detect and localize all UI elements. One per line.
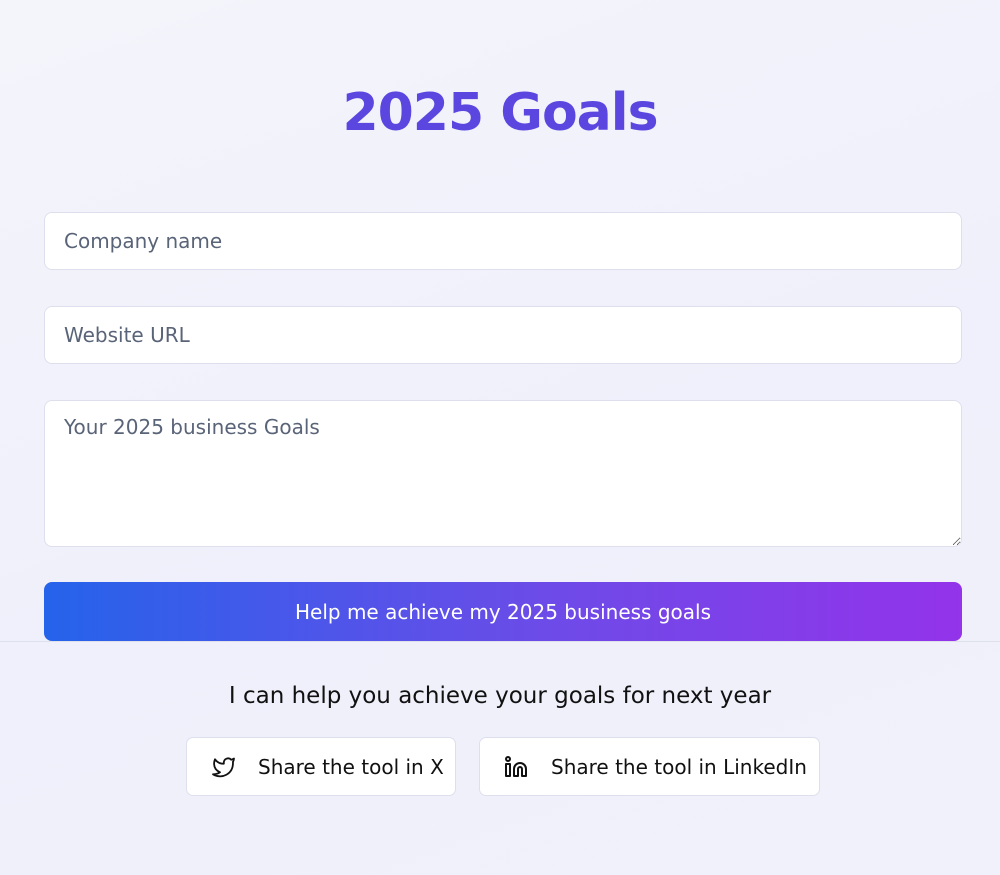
share-subtitle: I can help you achieve your goals for ne…: [228, 683, 772, 709]
website-url-input[interactable]: [44, 306, 962, 364]
business-goals-textarea[interactable]: [44, 400, 962, 547]
share-x-label: Share the tool in X: [258, 754, 444, 779]
submit-goals-button[interactable]: Help me achieve my 2025 business goals: [44, 582, 962, 641]
page-title: 2025 Goals: [342, 83, 658, 143]
share-x-button[interactable]: Share the tool in X: [186, 737, 456, 796]
share-linkedin-button[interactable]: Share the tool in LinkedIn: [479, 737, 820, 796]
linkedin-icon: [503, 754, 529, 780]
section-divider: [0, 641, 1000, 642]
twitter-bird-icon: [210, 754, 236, 780]
company-name-input[interactable]: [44, 212, 962, 270]
share-linkedin-label: Share the tool in LinkedIn: [551, 754, 807, 779]
